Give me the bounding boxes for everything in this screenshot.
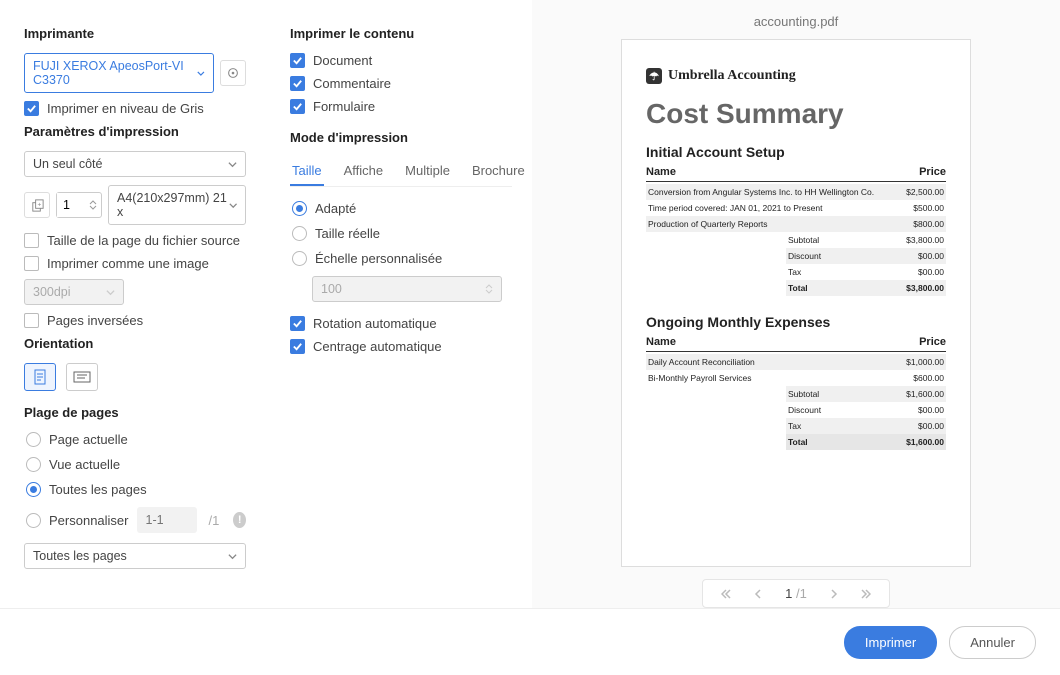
preview-title: Cost Summary — [646, 98, 946, 130]
grayscale-label: Imprimer en niveau de Gris — [47, 101, 204, 116]
table-row: Time period covered: JAN 01, 2021 to Pre… — [646, 200, 946, 216]
printer-value: FUJI XEROX ApeosPort-VI C3370 — [33, 59, 197, 87]
page-subset-select[interactable]: Toutes les pages — [24, 543, 246, 569]
preview-pager: 1 /1 — [702, 579, 890, 608]
pager-next-button[interactable] — [829, 589, 839, 599]
duplex-value: Un seul côté — [33, 157, 102, 171]
print-button[interactable]: Imprimer — [844, 626, 937, 659]
orientation-portrait-button[interactable] — [24, 363, 56, 391]
reverse-pages-label: Pages inversées — [47, 313, 143, 328]
dpi-select: 300dpi — [24, 279, 124, 305]
tab-poster[interactable]: Affiche — [342, 157, 386, 186]
scale-custom-radio[interactable]: Échelle personnalisée — [290, 251, 512, 266]
settings-section-title: Paramètres d'impression — [24, 124, 246, 139]
chevron-down-icon — [229, 201, 237, 210]
content-comment-label: Commentaire — [313, 76, 391, 91]
content-form-label: Formulaire — [313, 99, 375, 114]
chevron-down-icon — [228, 160, 237, 169]
printer-section-title: Imprimante — [24, 26, 246, 41]
page-range-section-title: Plage de pages — [24, 405, 246, 420]
collate-button[interactable]: + — [24, 192, 50, 218]
pager-position: 1 /1 — [785, 586, 807, 601]
scale-percent-input: 100 — [312, 276, 502, 302]
copies-spinner[interactable] — [56, 192, 102, 218]
table-row: Production of Quarterly Reports$800.00 — [646, 216, 946, 232]
content-document-checkbox[interactable] — [290, 53, 305, 68]
cancel-button[interactable]: Annuler — [949, 626, 1036, 659]
range-total-label: /1 — [209, 513, 220, 528]
auto-rotate-checkbox[interactable] — [290, 316, 305, 331]
umbrella-icon: ☂ — [646, 68, 662, 84]
chevron-down-icon[interactable] — [89, 205, 97, 210]
preview-section2-title: Ongoing Monthly Expenses — [646, 314, 946, 330]
paper-size-select[interactable]: A4(210x297mm) 21 x — [108, 185, 246, 225]
range-custom-radio[interactable]: Personnaliser /1 ! — [24, 507, 246, 533]
table-row: Conversion from Angular Systems Inc. to … — [646, 184, 946, 200]
pager-first-button[interactable] — [721, 589, 731, 599]
preview-section1-title: Initial Account Setup — [646, 144, 946, 160]
auto-center-label: Centrage automatique — [313, 339, 442, 354]
source-page-size-checkbox[interactable] — [24, 233, 39, 248]
range-all-pages-radio[interactable]: Toutes les pages — [24, 482, 246, 497]
chevron-down-icon — [485, 289, 493, 294]
svg-text:+: + — [37, 201, 41, 208]
copies-icon: + — [30, 198, 45, 213]
table-row: Bi-Monthly Payroll Services$600.00 — [646, 370, 946, 386]
source-page-size-label: Taille de la page du fichier source — [47, 233, 240, 248]
chevron-down-icon — [197, 69, 205, 78]
tab-size[interactable]: Taille — [290, 157, 324, 186]
range-current-view-radio[interactable]: Vue actuelle — [24, 457, 246, 472]
content-comment-checkbox[interactable] — [290, 76, 305, 91]
duplex-select[interactable]: Un seul côté — [24, 151, 246, 177]
pager-last-button[interactable] — [861, 589, 871, 599]
dpi-value: 300dpi — [33, 285, 71, 299]
chevron-down-icon — [228, 552, 237, 561]
range-current-page-radio[interactable]: Page actuelle — [24, 432, 246, 447]
auto-rotate-label: Rotation automatique — [313, 316, 437, 331]
tab-brochure[interactable]: Brochure — [470, 157, 527, 186]
target-icon — [226, 66, 240, 80]
content-section-title: Imprimer le contenu — [290, 26, 512, 41]
preview-filename: accounting.pdf — [754, 14, 839, 29]
content-form-checkbox[interactable] — [290, 99, 305, 114]
tab-multiple[interactable]: Multiple — [403, 157, 452, 186]
grayscale-checkbox[interactable] — [24, 101, 39, 116]
info-icon[interactable]: ! — [233, 512, 246, 528]
paper-size-value: A4(210x297mm) 21 x — [117, 191, 229, 219]
portrait-icon — [33, 369, 47, 385]
orientation-section-title: Orientation — [24, 336, 246, 351]
reverse-pages-checkbox[interactable] — [24, 313, 39, 328]
print-as-image-checkbox[interactable] — [24, 256, 39, 271]
auto-center-checkbox[interactable] — [290, 339, 305, 354]
scale-actual-radio[interactable]: Taille réelle — [290, 226, 512, 241]
chevron-down-icon — [106, 288, 115, 297]
preview-page: ☂ Umbrella Accounting Cost Summary Initi… — [621, 39, 971, 567]
orientation-landscape-button[interactable] — [66, 363, 98, 391]
print-as-image-label: Imprimer comme une image — [47, 256, 209, 271]
pager-prev-button[interactable] — [753, 589, 763, 599]
page-subset-value: Toutes les pages — [33, 549, 127, 563]
content-document-label: Document — [313, 53, 372, 68]
table-row: Daily Account Reconciliation$1,000.00 — [646, 354, 946, 370]
printer-select[interactable]: FUJI XEROX ApeosPort-VI C3370 — [24, 53, 214, 93]
preview-logo: ☂ Umbrella Accounting — [646, 68, 946, 84]
scale-fit-radio[interactable]: Adapté — [290, 201, 512, 216]
range-custom-input[interactable] — [137, 507, 197, 533]
printer-reset-button[interactable] — [220, 60, 246, 86]
copies-input[interactable] — [57, 193, 85, 217]
mode-section-title: Mode d'impression — [290, 130, 512, 145]
scale-percent-value: 100 — [321, 282, 342, 296]
landscape-icon — [73, 370, 91, 384]
